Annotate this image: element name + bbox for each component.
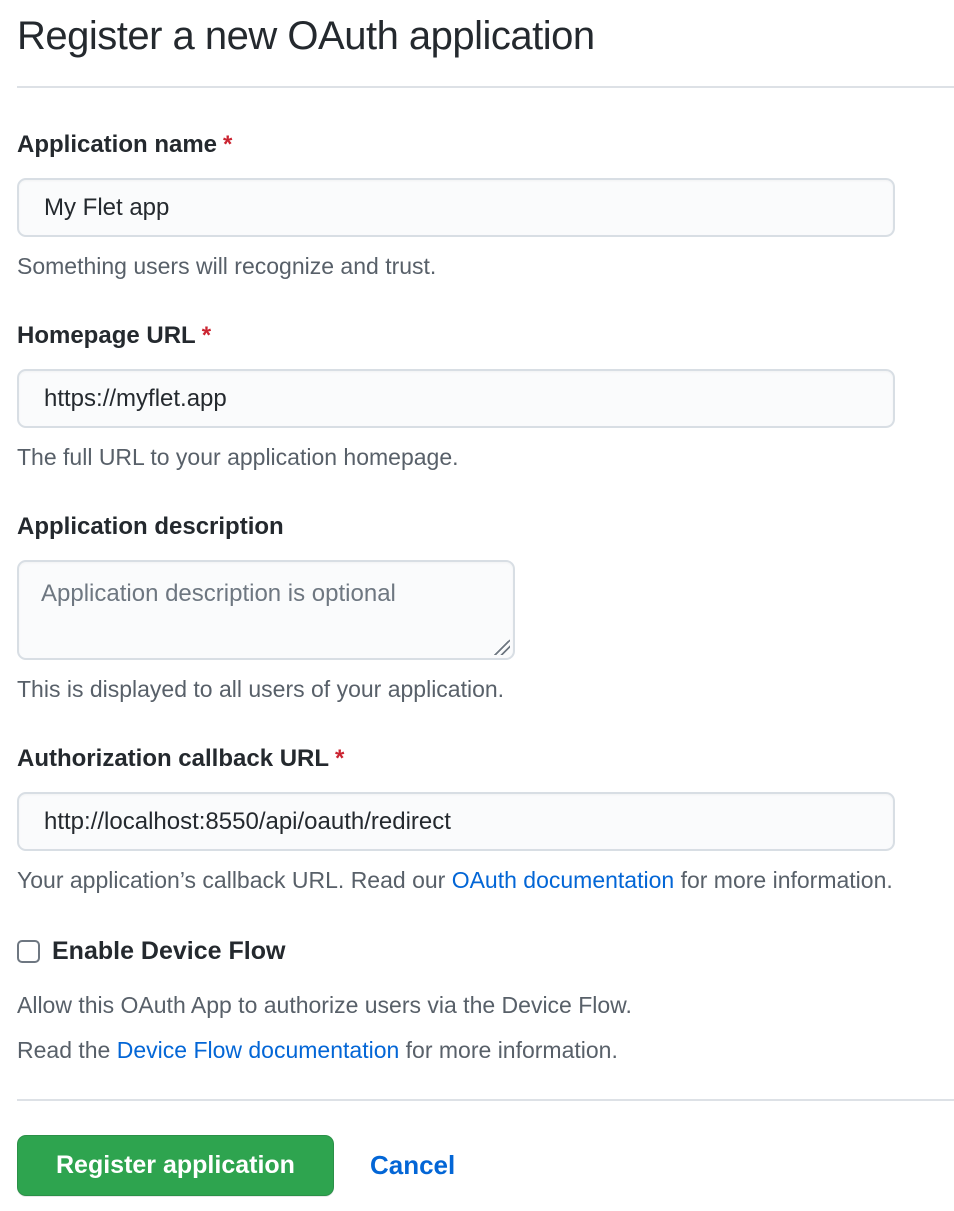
callback-url-help: Your application’s callback URL. Read ou… (17, 868, 954, 893)
callback-url-group: Authorization callback URL* Your applica… (17, 746, 954, 893)
enable-device-flow-label[interactable]: Enable Device Flow (52, 937, 285, 966)
homepage-url-input[interactable] (17, 369, 895, 428)
oauth-registration-page: Register a new OAuth application Applica… (0, 0, 954, 1211)
application-name-help: Something users will recognize and trust… (17, 254, 954, 279)
device-flow-docs-note: Read the Device Flow documentation for m… (17, 1038, 954, 1063)
homepage-url-label-text: Homepage URL (17, 322, 196, 349)
device-flow-help: Allow this OAuth App to authorize users … (17, 993, 954, 1018)
page-title: Register a new OAuth application (17, 12, 954, 60)
device-flow-docs-prefix: Read the (17, 1037, 117, 1063)
application-description-help: This is displayed to all users of your a… (17, 677, 954, 702)
actions-divider (17, 1099, 954, 1101)
enable-device-flow-checkbox[interactable] (17, 940, 40, 963)
device-flow-documentation-link[interactable]: Device Flow documentation (117, 1037, 400, 1063)
callback-url-label-text: Authorization callback URL (17, 745, 329, 772)
device-flow-docs-suffix: for more information. (399, 1037, 618, 1063)
callback-url-help-prefix: Your application’s callback URL. Read ou… (17, 867, 452, 893)
application-description-wrap (17, 560, 515, 660)
application-name-group: Application name* Something users will r… (17, 132, 954, 279)
callback-url-label: Authorization callback URL* (17, 746, 954, 772)
register-application-button[interactable]: Register application (17, 1135, 334, 1196)
homepage-url-help: The full URL to your application homepag… (17, 445, 954, 470)
device-flow-group: Enable Device Flow Allow this OAuth App … (17, 937, 954, 1063)
homepage-url-group: Homepage URL* The full URL to your appli… (17, 323, 954, 470)
device-flow-row: Enable Device Flow (17, 937, 954, 966)
application-name-label: Application name* (17, 132, 954, 158)
application-description-group: Application description This is displaye… (17, 514, 954, 702)
required-asterisk: * (335, 745, 344, 772)
application-name-input[interactable] (17, 178, 895, 237)
homepage-url-label: Homepage URL* (17, 323, 954, 349)
title-divider (17, 86, 954, 88)
application-name-label-text: Application name (17, 131, 217, 158)
callback-url-help-suffix: for more information. (674, 867, 893, 893)
callback-url-input[interactable] (17, 792, 895, 851)
required-asterisk: * (223, 131, 232, 158)
cancel-link[interactable]: Cancel (370, 1150, 455, 1181)
required-asterisk: * (202, 322, 211, 349)
oauth-documentation-link[interactable]: OAuth documentation (452, 867, 674, 893)
resize-handle-icon[interactable] (494, 639, 510, 655)
application-description-label: Application description (17, 514, 954, 540)
form-actions: Register application Cancel (17, 1135, 954, 1196)
application-description-label-text: Application description (17, 513, 284, 540)
application-description-textarea[interactable] (17, 560, 515, 660)
